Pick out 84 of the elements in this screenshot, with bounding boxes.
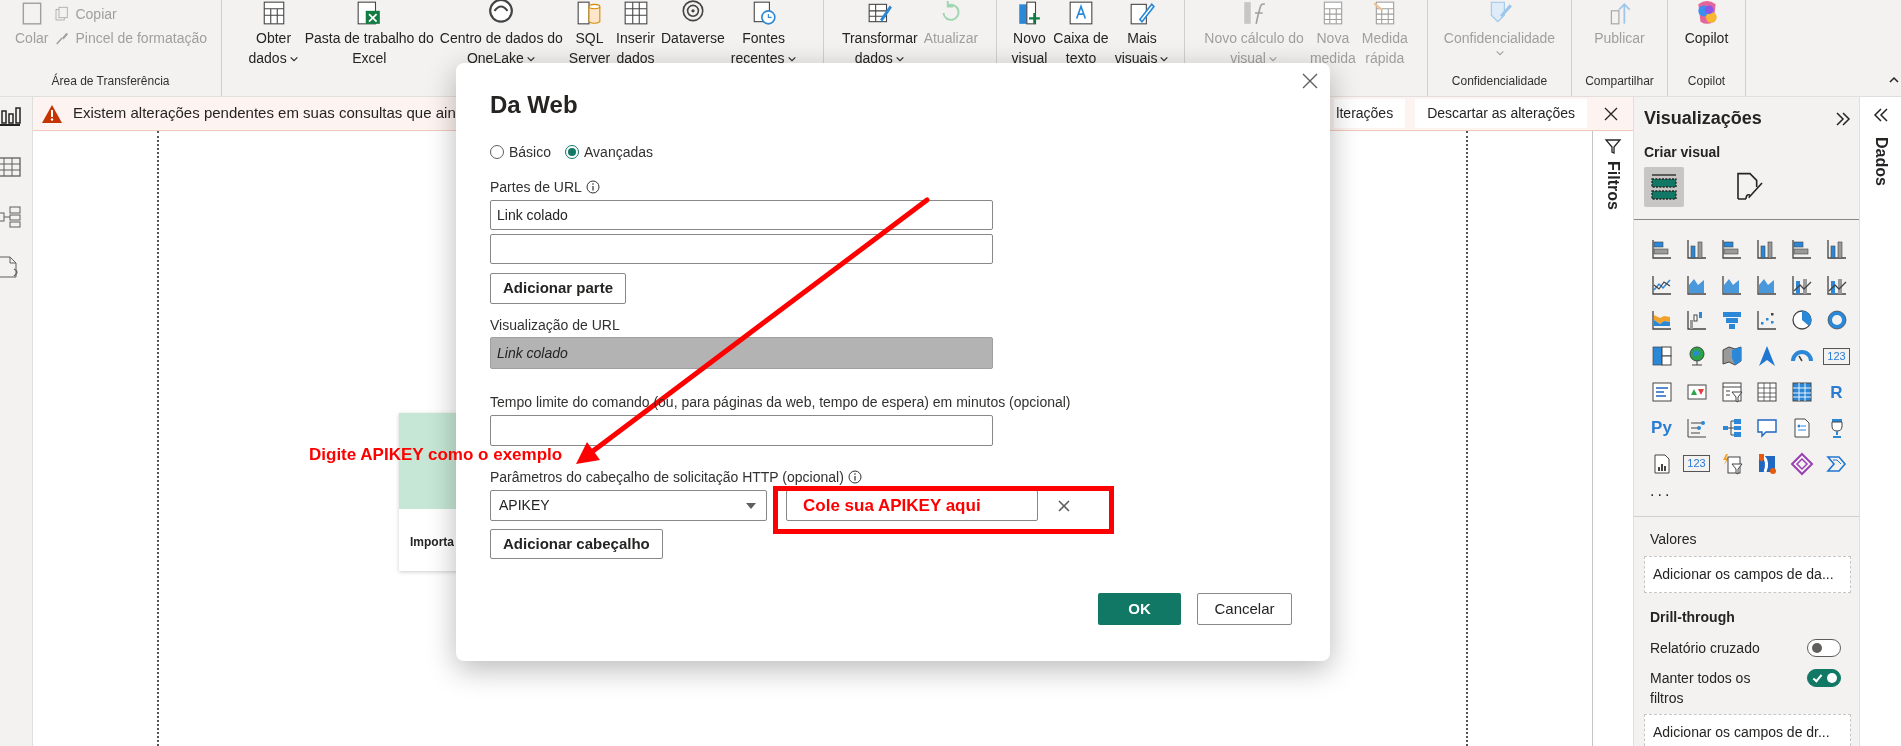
close-button[interactable] bbox=[1300, 71, 1320, 91]
ribbon-chart-icon[interactable] bbox=[1649, 308, 1674, 333]
section-title: Drill-through bbox=[1649, 607, 1736, 627]
warning-button[interactable]: lterações bbox=[1334, 99, 1406, 128]
scatter-chart-icon[interactable] bbox=[1754, 308, 1779, 333]
visual-type-button[interactable]: 123 bbox=[1683, 455, 1710, 473]
report-view-icon[interactable] bbox=[0, 105, 24, 129]
card-text: Importa bbox=[409, 534, 455, 551]
ribbon-button[interactable]: Copilot bbox=[1683, 0, 1730, 72]
group-label: Área de Transferência bbox=[50, 72, 171, 90]
swirl-icon bbox=[488, 0, 515, 26]
field-label: Parâmetros do cabeçalho de solicitação HTTP (opcional) bbox=[490, 468, 844, 487]
spreadsheet-icon bbox=[356, 0, 383, 26]
add-part-button[interactable]: Adicionar parte bbox=[490, 273, 627, 304]
pane-title: Visualizações bbox=[1644, 107, 1762, 130]
collapse-pane-icon[interactable] bbox=[1872, 107, 1889, 123]
dropdown-caret-icon bbox=[746, 502, 756, 509]
warning-icon bbox=[41, 103, 63, 124]
cancel-button[interactable]: Cancelar bbox=[1197, 593, 1292, 625]
close-icon[interactable] bbox=[1603, 105, 1619, 122]
annotation-text: Digite APIKEY como o exemplo bbox=[309, 444, 563, 466]
format-visual-icon bbox=[1734, 171, 1766, 203]
url-part-field[interactable]: Link colado bbox=[490, 200, 993, 230]
table-icon bbox=[622, 0, 649, 26]
info-icon[interactable] bbox=[585, 180, 600, 194]
model-view-icon[interactable] bbox=[0, 205, 24, 229]
toggle-switch[interactable] bbox=[1807, 638, 1841, 657]
build-visual-icon bbox=[1648, 171, 1680, 203]
donut-chart-icon[interactable] bbox=[1824, 308, 1849, 333]
filter-icon[interactable] bbox=[1604, 137, 1622, 155]
warning-button[interactable]: Descartar as alterações bbox=[1415, 99, 1587, 128]
info-icon[interactable] bbox=[847, 470, 862, 484]
ribbon-button[interactable]: Centro de dados do OneLake bbox=[438, 0, 564, 72]
timeout-field[interactable] bbox=[490, 415, 993, 446]
header-value-field[interactable]: Cole sua APIKEY aqui bbox=[786, 490, 1038, 521]
add-header-button[interactable]: Adicionar cabeçalho bbox=[490, 529, 663, 559]
caret-icon bbox=[1494, 48, 1505, 58]
filters-pane-title[interactable]: Filtros bbox=[1601, 161, 1625, 210]
waterfall-chart-icon[interactable] bbox=[1684, 308, 1709, 333]
table-icon[interactable] bbox=[1754, 380, 1779, 405]
ribbon-button[interactable]: Pasta de trabalho do Excel bbox=[303, 0, 435, 72]
diamond-icon[interactable] bbox=[1789, 451, 1814, 476]
toggle-switch[interactable] bbox=[1807, 668, 1841, 687]
chart-plus-icon bbox=[1016, 0, 1043, 26]
text-box-icon bbox=[1068, 0, 1094, 26]
field-label: Partes de URL bbox=[490, 178, 582, 197]
visual-type-button[interactable]: 123 bbox=[1823, 347, 1850, 365]
radio-option[interactable]: Básico bbox=[490, 141, 552, 163]
more-visuals-button[interactable]: ... bbox=[1644, 481, 1859, 500]
well-label: Valores bbox=[1649, 529, 1698, 549]
treemap-icon[interactable] bbox=[1649, 344, 1674, 369]
table-view-icon[interactable] bbox=[0, 155, 24, 179]
url-preview: Link colado bbox=[490, 337, 993, 369]
header-name-dropdown[interactable]: APIKEY bbox=[490, 490, 767, 521]
pie-chart-icon[interactable] bbox=[1789, 308, 1814, 333]
matrix-icon[interactable] bbox=[1789, 380, 1814, 405]
visual-type-button[interactable]: R bbox=[1830, 383, 1843, 401]
remove-icon[interactable] bbox=[1057, 498, 1071, 513]
pane-tab[interactable] bbox=[1644, 167, 1684, 207]
radio-option[interactable]: Avançadas bbox=[565, 141, 654, 163]
toggle-label: Relatório cruzado bbox=[1650, 638, 1761, 658]
group-label: Confidencialidade bbox=[1450, 73, 1549, 90]
ok-button[interactable]: OK bbox=[1098, 593, 1181, 625]
formula-icon bbox=[1241, 0, 1268, 26]
group-label: Copilot bbox=[1686, 73, 1727, 90]
slicer-icon[interactable] bbox=[1719, 380, 1744, 405]
close-icon bbox=[1300, 71, 1320, 91]
field-label: Visualização de URL bbox=[490, 316, 620, 335]
multi-row-card-icon[interactable] bbox=[1649, 380, 1674, 405]
dialog-title: Da Web bbox=[490, 90, 579, 120]
visual-type-button[interactable]: Py bbox=[1651, 419, 1672, 437]
warning-message: Existem alterações pendentes em suas consultas que ain bbox=[73, 103, 456, 124]
field-well[interactable]: Adicionar os campos de dr... bbox=[1644, 713, 1851, 746]
toggle-label: Manter todos os filtros bbox=[1650, 668, 1752, 708]
database-icon bbox=[576, 0, 603, 26]
ribbon-button[interactable]: Dataverse bbox=[660, 0, 726, 72]
url-part-field[interactable] bbox=[490, 234, 993, 264]
ribbon-button[interactable]: Obter dados bbox=[247, 0, 300, 72]
field-well[interactable]: Adicionar os campos de da... bbox=[1644, 555, 1851, 593]
group-label: Compartilhar bbox=[1584, 73, 1655, 90]
section-title: Criar visual bbox=[1644, 143, 1722, 162]
pencil-icon bbox=[1129, 0, 1155, 26]
expand-icon[interactable] bbox=[1835, 110, 1851, 127]
data-pane-title[interactable]: Dados bbox=[1868, 137, 1893, 186]
